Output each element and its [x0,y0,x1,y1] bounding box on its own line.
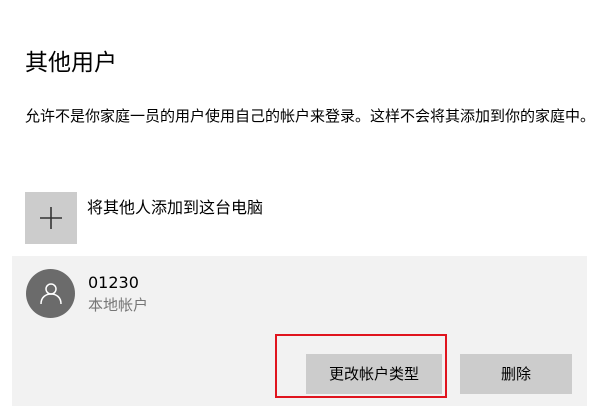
delete-button[interactable]: 删除 [460,354,572,394]
add-other-user-label[interactable]: 将其他人添加到这台电脑 [87,197,263,219]
avatar [26,269,75,318]
user-name: 01230 [88,273,139,292]
add-tile[interactable] [25,192,77,244]
add-other-user-button[interactable]: 将其他人添加到这台电脑 [25,192,585,244]
change-account-type-button[interactable]: 更改帐户类型 [306,354,442,394]
person-icon [40,283,62,305]
plus-icon [40,207,62,229]
user-account-item[interactable]: 01230 本地帐户 更改帐户类型 删除 [12,256,587,406]
page-title: 其他用户 [25,50,117,76]
account-type-label: 本地帐户 [88,296,149,314]
section-description: 允许不是你家庭一员的用户使用自己的帐户来登录。这样不会将其添加到你的家庭中。 [25,107,596,125]
